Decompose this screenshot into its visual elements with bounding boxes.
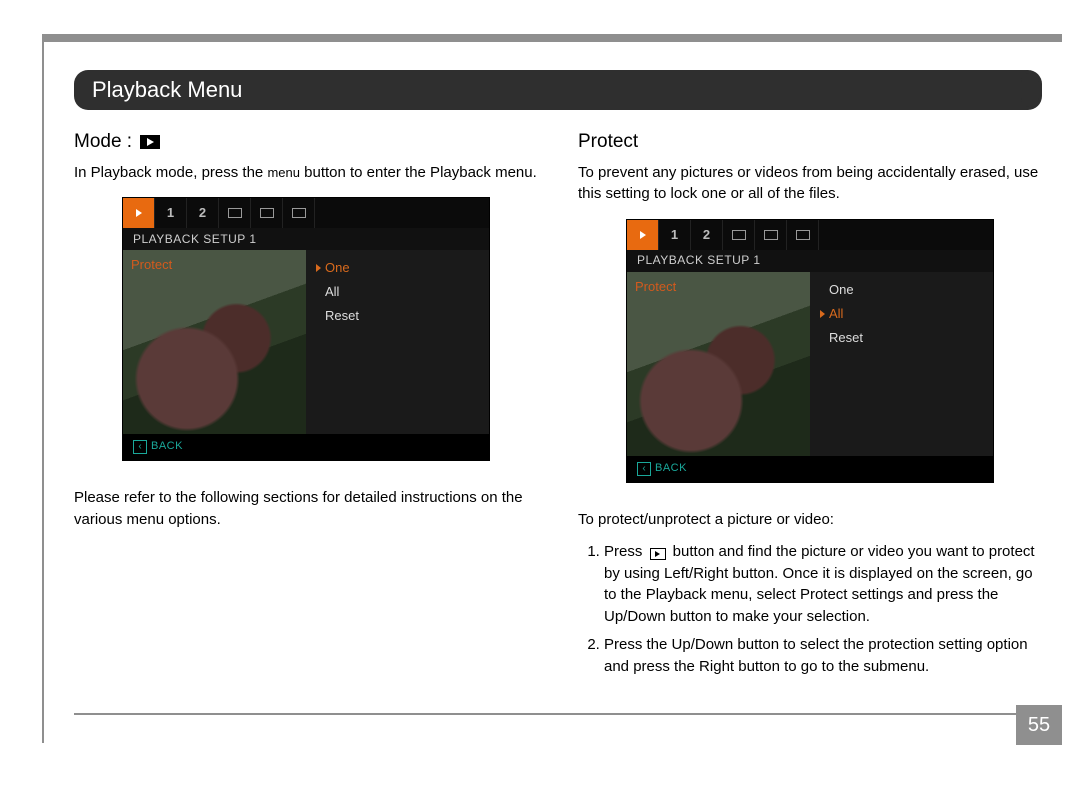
menu-word: menu <box>267 165 300 180</box>
option-one[interactable]: One <box>316 256 479 280</box>
footer-rule <box>74 713 1042 715</box>
selection-arrow-icon <box>316 264 321 272</box>
tab-icon-a[interactable] <box>723 220 755 250</box>
mode-note: Please refer to the following sections f… <box>74 487 538 531</box>
option-label: All <box>325 283 339 302</box>
steps-lead: To protect/unprotect a picture or video: <box>578 509 1042 531</box>
screen-tabs: 1 2 <box>123 198 489 228</box>
screen-header: PLAYBACK SETUP 1 <box>627 250 993 272</box>
back-label: BACK <box>151 439 183 455</box>
tab-1[interactable]: 1 <box>155 198 187 228</box>
tab-2[interactable]: 2 <box>187 198 219 228</box>
screen-right-pane: One All Reset <box>810 272 993 456</box>
screen-body: Protect One All Reset <box>123 250 489 434</box>
tab-icon-c[interactable] <box>283 198 315 228</box>
option-all[interactable]: All <box>820 302 983 326</box>
tab-icon-c[interactable] <box>787 220 819 250</box>
tab-icon-b[interactable] <box>755 220 787 250</box>
tab-2[interactable]: 2 <box>691 220 723 250</box>
page-number: 55 <box>1016 705 1062 745</box>
two-column-layout: Mode : In Playback mode, press the menu … <box>74 128 1042 683</box>
mode-intro-b: button to enter the Playback menu. <box>300 164 537 181</box>
screen-left-pane: Protect <box>627 272 810 456</box>
playback-icon <box>140 135 160 149</box>
option-label: One <box>325 259 350 278</box>
option-one[interactable]: One <box>820 278 983 302</box>
screen-left-label: Protect <box>635 279 676 294</box>
protect-heading: Protect <box>578 128 638 156</box>
section-title: Playback Menu <box>92 77 242 102</box>
step-1: Press button and find the picture or vid… <box>604 541 1042 628</box>
protect-heading-row: Protect <box>578 128 1042 156</box>
screen-body: Protect One All Reset <box>627 272 993 456</box>
screen-tabs: 1 2 <box>627 220 993 250</box>
column-mode: Mode : In Playback mode, press the menu … <box>74 128 538 683</box>
tab-icon-b[interactable] <box>251 198 283 228</box>
mode-intro-a: In Playback mode, press the <box>74 164 267 181</box>
column-protect: Protect To prevent any pictures or video… <box>578 128 1042 683</box>
screen-footer: ‹ BACK <box>123 434 489 460</box>
selection-arrow-icon <box>820 310 825 318</box>
steps-list: Press button and find the picture or vid… <box>578 541 1042 678</box>
option-label: Reset <box>325 307 359 326</box>
screen-left-label: Protect <box>131 257 172 272</box>
camera-screen-one: 1 2 PLAYBACK SETUP 1 Protect One All Res… <box>122 197 490 461</box>
screen-right-pane: One All Reset <box>306 250 489 434</box>
option-reset[interactable]: Reset <box>316 304 479 328</box>
playback-small-icon <box>650 548 666 560</box>
tab-playback-icon[interactable] <box>123 198 155 228</box>
screen-left-pane: Protect <box>123 250 306 434</box>
back-key-icon[interactable]: ‹ <box>133 440 147 454</box>
screen-footer: ‹ BACK <box>627 456 993 482</box>
step-1-b: button and find the picture or video you… <box>604 543 1035 625</box>
option-reset[interactable]: Reset <box>820 326 983 350</box>
option-label: One <box>829 281 854 300</box>
protect-intro: To prevent any pictures or videos from b… <box>578 162 1042 206</box>
option-label: All <box>829 305 843 324</box>
tab-1[interactable]: 1 <box>659 220 691 250</box>
screen-header: PLAYBACK SETUP 1 <box>123 228 489 250</box>
option-all[interactable]: All <box>316 280 479 304</box>
mode-intro: In Playback mode, press the menu button … <box>74 162 538 184</box>
section-title-bar: Playback Menu <box>74 70 1042 110</box>
tab-icon-a[interactable] <box>219 198 251 228</box>
tab-playback-icon[interactable] <box>627 220 659 250</box>
mode-heading-row: Mode : <box>74 128 538 156</box>
page-frame: Playback Menu Mode : In Playback mode, p… <box>42 34 1062 743</box>
mode-heading: Mode : <box>74 128 132 156</box>
back-label: BACK <box>655 461 687 477</box>
back-key-icon[interactable]: ‹ <box>637 462 651 476</box>
option-label: Reset <box>829 329 863 348</box>
step-1-a: Press <box>604 543 647 560</box>
step-2: Press the Up/Down button to select the p… <box>604 634 1042 678</box>
camera-screen-all: 1 2 PLAYBACK SETUP 1 Protect One All Res… <box>626 219 994 483</box>
